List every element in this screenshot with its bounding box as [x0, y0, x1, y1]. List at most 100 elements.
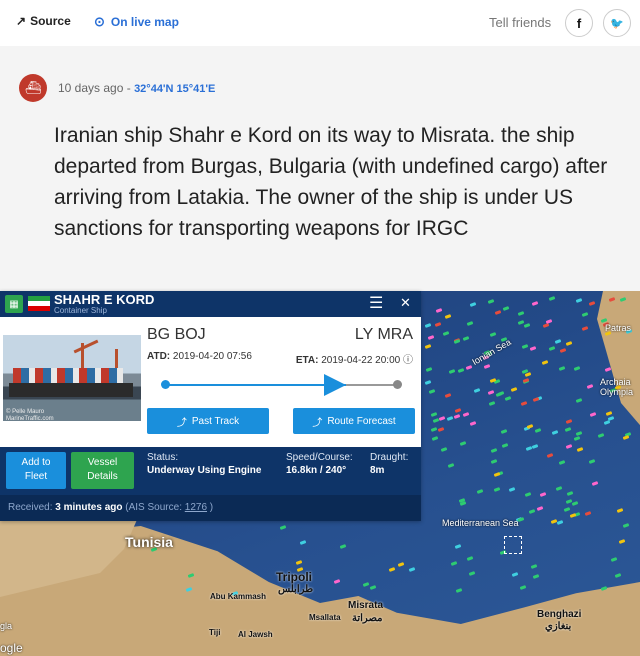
- ship-marker[interactable]: [424, 322, 432, 328]
- ship-marker[interactable]: [591, 480, 599, 486]
- selected-vessel-marker[interactable]: [504, 536, 522, 554]
- ship-marker[interactable]: [430, 427, 438, 433]
- ship-marker[interactable]: [476, 489, 484, 494]
- ship-marker[interactable]: [431, 435, 439, 441]
- ship-marker[interactable]: [500, 429, 508, 435]
- ship-marker[interactable]: [483, 364, 491, 370]
- ship-marker[interactable]: [453, 338, 460, 344]
- ship-marker[interactable]: [511, 572, 519, 578]
- ship-marker[interactable]: [455, 588, 463, 594]
- ship-marker[interactable]: [529, 346, 536, 351]
- ship-marker[interactable]: [451, 561, 458, 566]
- ship-marker[interactable]: [425, 366, 433, 372]
- ship-marker[interactable]: [508, 487, 516, 493]
- ship-marker[interactable]: [532, 301, 539, 307]
- ship-marker[interactable]: [448, 369, 456, 375]
- ship-marker[interactable]: [559, 347, 567, 353]
- ship-marker[interactable]: [457, 367, 465, 373]
- ship-marker[interactable]: [536, 506, 544, 512]
- ship-marker[interactable]: [439, 415, 446, 421]
- ship-marker[interactable]: [295, 559, 303, 565]
- avatar[interactable]: ⛴: [19, 74, 47, 102]
- ship-marker[interactable]: [468, 570, 476, 576]
- ship-marker[interactable]: [431, 412, 438, 417]
- ship-marker[interactable]: [584, 511, 592, 517]
- ship-marker[interactable]: [487, 389, 495, 395]
- ship-marker[interactable]: [428, 389, 436, 395]
- ship-marker[interactable]: [605, 367, 612, 372]
- ship-marker[interactable]: [563, 506, 571, 512]
- ship-marker[interactable]: [616, 507, 624, 513]
- live-map-link[interactable]: ⊙ On live map: [94, 14, 179, 30]
- ship-marker[interactable]: [618, 539, 626, 545]
- ship-marker[interactable]: [490, 459, 498, 465]
- ship-marker[interactable]: [447, 463, 455, 469]
- ship-marker[interactable]: [607, 416, 615, 422]
- ship-marker[interactable]: [575, 297, 583, 303]
- ship-marker[interactable]: [408, 566, 416, 572]
- ship-marker[interactable]: [541, 359, 549, 365]
- ship-marker[interactable]: [532, 397, 539, 403]
- ship-marker[interactable]: [523, 322, 531, 328]
- ship-marker[interactable]: [434, 322, 441, 327]
- ship-marker[interactable]: [589, 412, 597, 417]
- ship-marker[interactable]: [487, 299, 495, 305]
- ship-marker[interactable]: [545, 318, 552, 324]
- ship-marker[interactable]: [610, 557, 618, 563]
- ship-marker[interactable]: [362, 581, 370, 587]
- ship-marker[interactable]: [559, 365, 566, 371]
- ship-marker[interactable]: [453, 413, 461, 419]
- ship-marker[interactable]: [588, 458, 596, 464]
- ship-marker[interactable]: [389, 566, 396, 572]
- ship-marker[interactable]: [440, 446, 448, 452]
- ship-marker[interactable]: [533, 574, 540, 580]
- ship-marker[interactable]: [564, 427, 572, 433]
- ship-marker[interactable]: [463, 335, 470, 341]
- past-track-button[interactable]: ⤴ Past Track: [147, 408, 269, 434]
- ship-marker[interactable]: [299, 540, 307, 546]
- ship-marker[interactable]: [489, 331, 497, 337]
- ship-marker[interactable]: [454, 408, 462, 414]
- ship-marker[interactable]: [519, 585, 527, 591]
- ship-marker[interactable]: [548, 296, 556, 302]
- ship-marker[interactable]: [566, 491, 574, 497]
- ship-marker[interactable]: [339, 544, 347, 549]
- ship-marker[interactable]: [581, 312, 589, 318]
- ship-marker[interactable]: [576, 446, 584, 452]
- ship-marker[interactable]: [576, 398, 583, 404]
- ship-marker[interactable]: [504, 396, 511, 402]
- ship-marker[interactable]: [622, 435, 630, 440]
- post-coordinates[interactable]: 32°44'N 15°41'E: [134, 83, 215, 95]
- ship-marker[interactable]: [530, 563, 538, 569]
- ship-marker[interactable]: [279, 525, 287, 530]
- ship-marker[interactable]: [459, 441, 467, 447]
- ship-marker[interactable]: [424, 380, 432, 386]
- ship-marker[interactable]: [466, 320, 474, 326]
- ship-marker[interactable]: [566, 419, 573, 425]
- ship-marker[interactable]: [566, 341, 573, 347]
- ship-marker[interactable]: [333, 578, 340, 584]
- ship-marker[interactable]: [437, 426, 445, 432]
- info-icon[interactable]: ⓘ: [403, 355, 413, 366]
- ship-marker[interactable]: [622, 523, 629, 529]
- vessel-photo[interactable]: © Pelle Mauro MarineTraffic.com: [3, 335, 141, 421]
- ship-marker[interactable]: [539, 492, 547, 498]
- facebook-share-button[interactable]: f: [565, 9, 593, 37]
- source-link[interactable]: ↗ Source: [16, 14, 71, 28]
- ship-marker[interactable]: [502, 305, 510, 311]
- ship-marker[interactable]: [581, 326, 589, 332]
- ship-marker[interactable]: [559, 460, 566, 466]
- ship-marker[interactable]: [488, 400, 496, 406]
- ship-marker[interactable]: [555, 486, 563, 492]
- ship-marker[interactable]: [520, 400, 528, 406]
- ship-marker[interactable]: [466, 555, 474, 561]
- ship-marker[interactable]: [576, 431, 583, 436]
- ship-marker[interactable]: [548, 345, 555, 351]
- ship-marker[interactable]: [521, 344, 529, 349]
- ship-marker[interactable]: [542, 323, 550, 329]
- ship-marker[interactable]: [565, 444, 572, 450]
- ship-marker[interactable]: [586, 383, 594, 389]
- ship-marker[interactable]: [446, 416, 454, 421]
- ship-marker[interactable]: [605, 410, 613, 416]
- route-forecast-button[interactable]: ⤴ Route Forecast: [293, 408, 415, 434]
